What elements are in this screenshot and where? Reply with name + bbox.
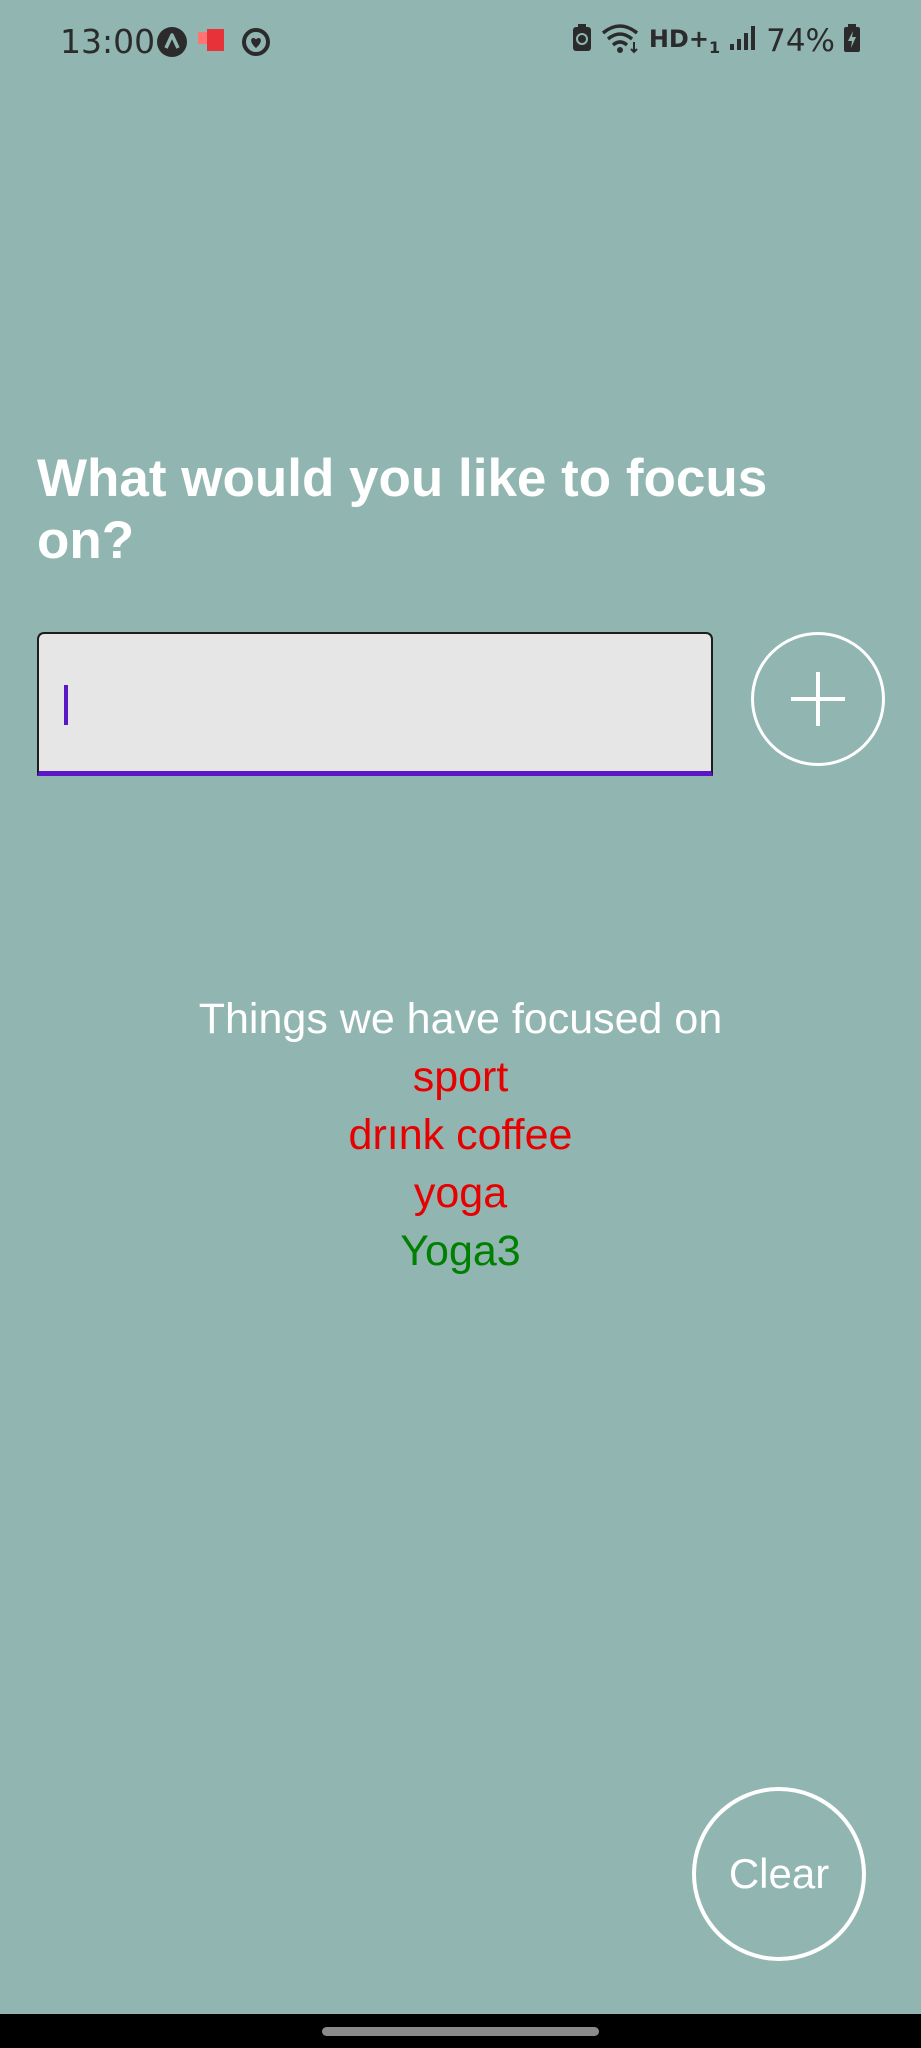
history-item[interactable]: yoga <box>0 1164 921 1222</box>
status-notification-icons <box>156 26 272 63</box>
focus-prompt-title: What would you like to focus on? <box>37 449 768 570</box>
battery-charging-icon <box>843 23 861 58</box>
signal-icon <box>728 24 758 57</box>
focus-history: Things we have focused on sport drınk co… <box>0 990 921 1280</box>
red-app-icon <box>198 27 230 62</box>
status-bar: 13:00 HD+1 74% <box>0 0 921 86</box>
plus-icon <box>791 672 845 726</box>
navigation-bar <box>0 2014 921 2048</box>
history-item[interactable]: Yoga3 <box>0 1222 921 1280</box>
clear-button[interactable]: Clear <box>692 1787 866 1961</box>
navigation-a-icon <box>156 26 188 63</box>
text-cursor <box>64 685 68 725</box>
focus-input[interactable] <box>37 632 713 776</box>
history-list: sport drınk coffee yoga Yoga3 <box>0 1048 921 1280</box>
status-system-icons: HD+1 74% <box>571 22 861 59</box>
add-focus-button[interactable] <box>751 632 885 766</box>
circle-heart-icon <box>240 26 272 63</box>
home-gesture-handle[interactable] <box>322 2027 599 2036</box>
status-time: 13:00 <box>60 22 156 61</box>
hd-voice-icon: HD+1 <box>649 25 720 57</box>
history-item[interactable]: drınk coffee <box>0 1106 921 1164</box>
hd-label: HD+ <box>648 24 709 53</box>
history-title: Things we have focused on <box>198 995 723 1043</box>
battery-saver-icon <box>571 23 593 58</box>
wifi-icon <box>601 22 641 59</box>
history-item[interactable]: sport <box>0 1048 921 1106</box>
hd-sub: 1 <box>708 37 721 57</box>
battery-percentage: 74% <box>766 22 835 59</box>
